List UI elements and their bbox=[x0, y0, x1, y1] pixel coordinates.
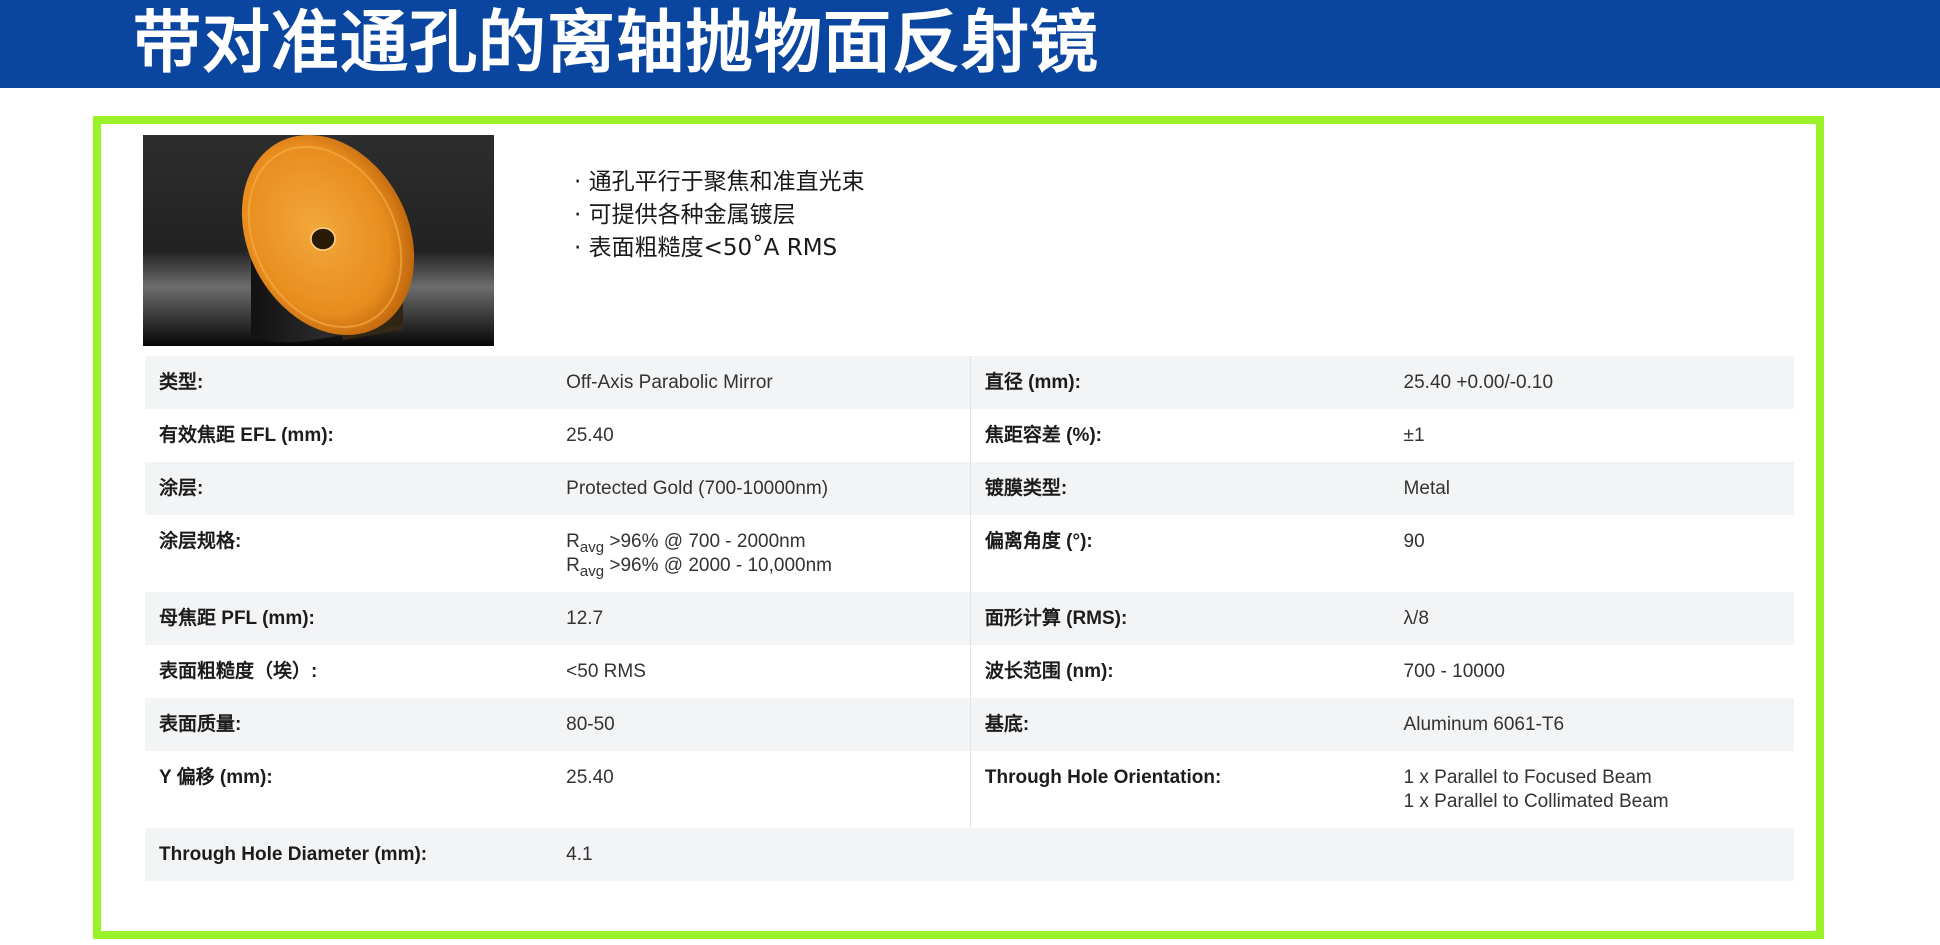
table-row: 类型: Off-Axis Parabolic Mirror 直径 (mm): 2… bbox=[145, 356, 1794, 409]
spec-label: 有效焦距 EFL (mm): bbox=[159, 425, 334, 446]
spec-label: Y 偏移 (mm): bbox=[159, 767, 273, 788]
spec-value: Aluminum 6061-T6 bbox=[1389, 698, 1794, 751]
spec-value: <50 RMS bbox=[566, 661, 646, 682]
table-row: Y 偏移 (mm): 25.40 Through Hole Orientatio… bbox=[145, 751, 1794, 828]
empty-cell bbox=[1389, 828, 1794, 881]
spec-label: 波长范围 (nm): bbox=[969, 645, 1390, 698]
spec-label: 偏离角度 (°): bbox=[969, 515, 1390, 592]
table-row: 有效焦距 EFL (mm): 25.40 焦距容差 (%): ±1 bbox=[145, 409, 1794, 462]
table-row: 涂层规格: Ravg >96% @ 700 - 2000nm Ravg >96%… bbox=[145, 515, 1794, 592]
spec-label: 基底: bbox=[969, 698, 1390, 751]
spec-value: 700 - 10000 bbox=[1403, 661, 1505, 682]
feature-item: 通孔平行于聚焦和准直光束 bbox=[574, 166, 865, 199]
spec-value: Off-Axis Parabolic Mirror bbox=[552, 356, 971, 409]
table-row: 表面质量: 80-50 基底: Aluminum 6061-T6 bbox=[145, 698, 1794, 751]
coating-spec-line-1: Ravg >96% @ 700 - 2000nm bbox=[566, 531, 806, 556]
spec-value: λ/8 bbox=[1389, 592, 1794, 645]
spec-label: 母焦距 PFL (mm): bbox=[145, 592, 553, 645]
hole-orientation-line-2: 1 x Parallel to Collimated Beam bbox=[1403, 791, 1669, 812]
spec-label: 涂层: bbox=[145, 462, 553, 515]
spec-value: 25.40 bbox=[566, 767, 614, 788]
spec-label: 面形计算 (RMS): bbox=[969, 592, 1390, 645]
table-row: Through Hole Diameter (mm): 4.1 bbox=[145, 828, 1794, 881]
spec-label: 直径 (mm): bbox=[969, 356, 1390, 409]
empty-cell bbox=[970, 828, 1390, 881]
spec-label: Through Hole Diameter (mm): bbox=[145, 828, 553, 881]
spec-value: 80-50 bbox=[552, 698, 971, 751]
spec-label: 表面粗糙度（埃）: bbox=[159, 661, 318, 682]
spec-label: 类型: bbox=[145, 356, 553, 409]
spec-value: 90 bbox=[1403, 531, 1425, 552]
spec-value: Metal bbox=[1389, 462, 1794, 515]
spec-value: Ravg >96% @ 700 - 2000nm Ravg >96% @ 200… bbox=[552, 515, 970, 592]
feature-item: 表面粗糙度<50˚A RMS bbox=[574, 232, 865, 265]
table-row: 涂层: Protected Gold (700-10000nm) 镀膜类型: M… bbox=[145, 462, 1794, 515]
spec-label: 镀膜类型: bbox=[969, 462, 1390, 515]
spec-value: 4.1 bbox=[552, 828, 971, 881]
hole-orientation-line-1: 1 x Parallel to Focused Beam bbox=[1403, 767, 1652, 788]
feature-item: 可提供各种金属镀层 bbox=[574, 199, 865, 232]
feature-list: 通孔平行于聚焦和准直光束 可提供各种金属镀层 表面粗糙度<50˚A RMS bbox=[574, 166, 865, 265]
spec-value: ±1 bbox=[1403, 425, 1425, 446]
spec-label: 涂层规格: bbox=[159, 531, 242, 552]
spec-value: 25.40 +0.00/-0.10 bbox=[1389, 356, 1794, 409]
product-photo bbox=[143, 135, 494, 346]
coating-spec-line-2: Ravg >96% @ 2000 - 10,000nm bbox=[566, 555, 832, 580]
spec-value: Protected Gold (700-10000nm) bbox=[552, 462, 971, 515]
table-row: 表面粗糙度（埃）: <50 RMS 波长范围 (nm): 700 - 10000 bbox=[145, 645, 1794, 698]
table-row: 母焦距 PFL (mm): 12.7 面形计算 (RMS): λ/8 bbox=[145, 592, 1794, 645]
spec-value: 25.40 bbox=[566, 425, 614, 446]
page-title: 带对准通孔的离轴抛物面反射镜 bbox=[133, 4, 1100, 83]
spec-table: 类型: Off-Axis Parabolic Mirror 直径 (mm): 2… bbox=[145, 356, 1794, 881]
spec-label: 焦距容差 (%): bbox=[969, 409, 1390, 462]
spec-value: 1 x Parallel to Focused Beam 1 x Paralle… bbox=[1390, 751, 1794, 828]
spec-label: 表面质量: bbox=[145, 698, 553, 751]
spec-label: Through Hole Orientation: bbox=[969, 751, 1390, 828]
spec-value: 12.7 bbox=[552, 592, 971, 645]
